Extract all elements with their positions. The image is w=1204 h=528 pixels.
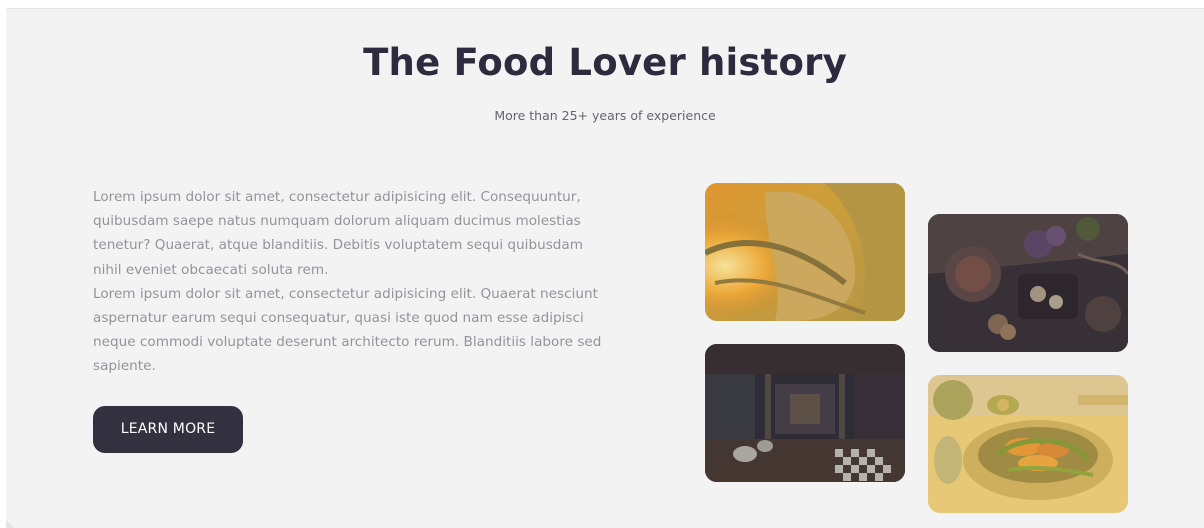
learn-more-button[interactable]: LEARN MORE — [93, 406, 243, 453]
restaurant-interior-photo — [705, 344, 905, 482]
section-title: The Food Lover history — [363, 41, 847, 84]
history-section: The Food Lover history More than 25+ yea… — [6, 8, 1204, 528]
food-photo-plated-dish — [928, 375, 1128, 513]
history-paragraph-1: Lorem ipsum dolor sit amet, consectetur … — [93, 189, 583, 278]
section-subtitle: More than 25+ years of experience — [494, 108, 716, 123]
history-text: Lorem ipsum dolor sit amet, consectetur … — [93, 185, 613, 379]
history-paragraph-2: Lorem ipsum dolor sit amet, consectetur … — [93, 285, 602, 375]
food-photo-grill — [705, 183, 905, 321]
food-photo-table-spread — [928, 214, 1128, 352]
